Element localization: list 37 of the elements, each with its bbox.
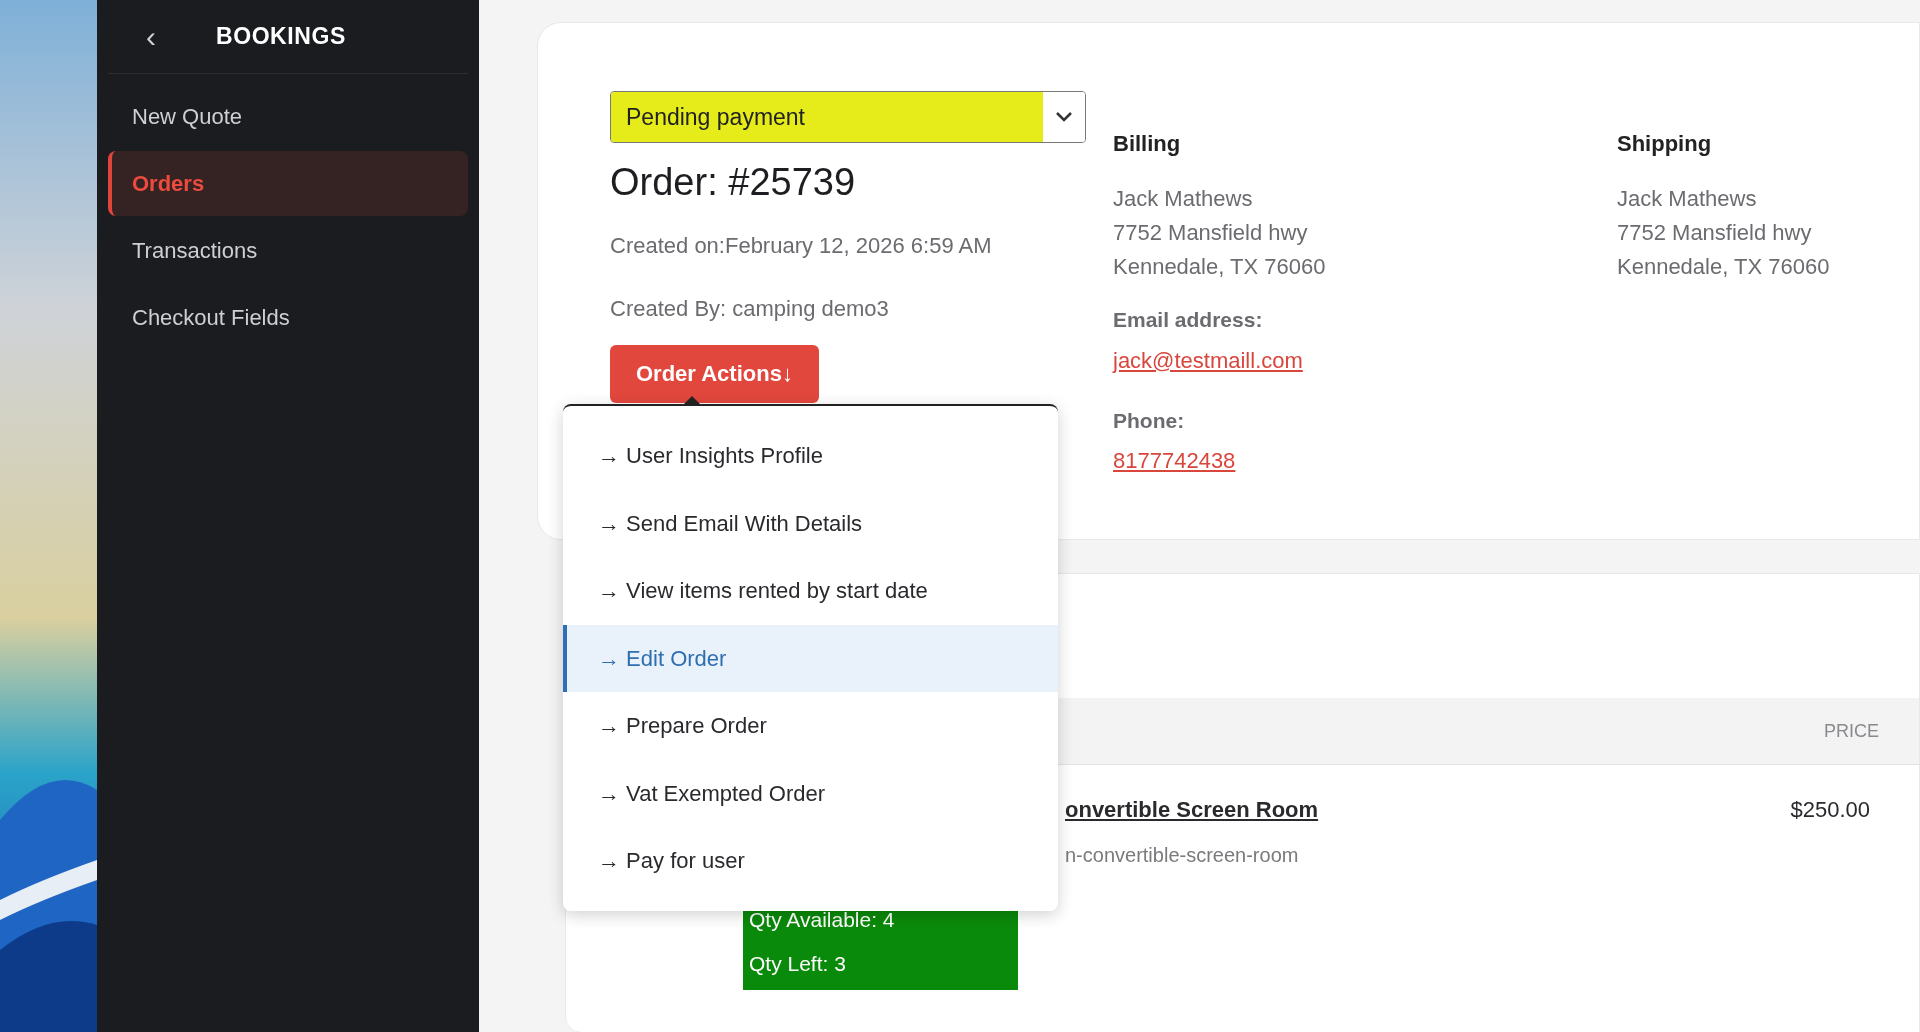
address-line: Jack Mathews: [1113, 185, 1254, 213]
stock-text: Qty Available: 4: [749, 907, 896, 933]
sidebar-title: BOOKINGS: [216, 22, 346, 52]
phone-link[interactable]: 8177742438: [1113, 444, 1236, 477]
order-actions-button[interactable]: Order Actions↓: [610, 344, 819, 403]
sidebar-item[interactable]: Transactions: [108, 218, 468, 283]
shipping-heading: Shipping: [1617, 130, 1713, 158]
address-line: Kennedale, TX 76060: [1113, 253, 1327, 281]
sidebar-item[interactable]: New Quote: [108, 84, 468, 149]
order-title: Order: #25739: [610, 160, 857, 205]
chevron-down-icon: [1055, 111, 1073, 123]
stock-text: Qty Left: 3: [749, 951, 847, 977]
menu-item[interactable]: → Prepare Order: [563, 692, 1058, 760]
billing-heading: Billing: [1113, 130, 1182, 158]
address-line: 7752 Mansfield hwy: [1617, 219, 1813, 247]
menu-item[interactable]: → Send Email With Details: [563, 489, 1058, 557]
menu-item[interactable]: → Vat Exempted Order: [563, 759, 1058, 827]
sidebar-item[interactable]: Checkout Fields: [108, 285, 468, 350]
menu-item[interactable]: → User Insights Profile: [563, 422, 1058, 490]
address-line: Jack Mathews: [1617, 185, 1758, 213]
created-by: Created By: camping demo3: [610, 294, 890, 323]
menu-item[interactable]: → View items rented by start date: [563, 557, 1058, 625]
sidebar-item[interactable]: Orders: [108, 151, 468, 216]
product-slug: n-convertible-screen-room: [1065, 843, 1300, 868]
address-line: Kennedale, TX 76060: [1617, 253, 1830, 281]
email-link[interactable]: jack@testmaill.com: [1113, 343, 1303, 377]
created-on: Created on:February 12, 2026 6:59 AM: [610, 231, 993, 260]
column-header: PRICE: [1824, 719, 1879, 743]
address-line: 7752 Mansfield hwy: [1113, 219, 1309, 247]
phone-label: Phone:: [1113, 407, 1186, 434]
back-icon[interactable]: ‹: [146, 21, 156, 52]
product-link[interactable]: onvertible Screen Room: [1065, 793, 1319, 826]
menu-item[interactable]: → Pay for user: [563, 827, 1058, 895]
price: $250.00: [1790, 796, 1870, 824]
email-label: Email address:: [1113, 307, 1264, 333]
status-select[interactable]: Pending payment: [610, 91, 1086, 143]
menu-item[interactable]: → Edit Order: [563, 624, 1058, 692]
